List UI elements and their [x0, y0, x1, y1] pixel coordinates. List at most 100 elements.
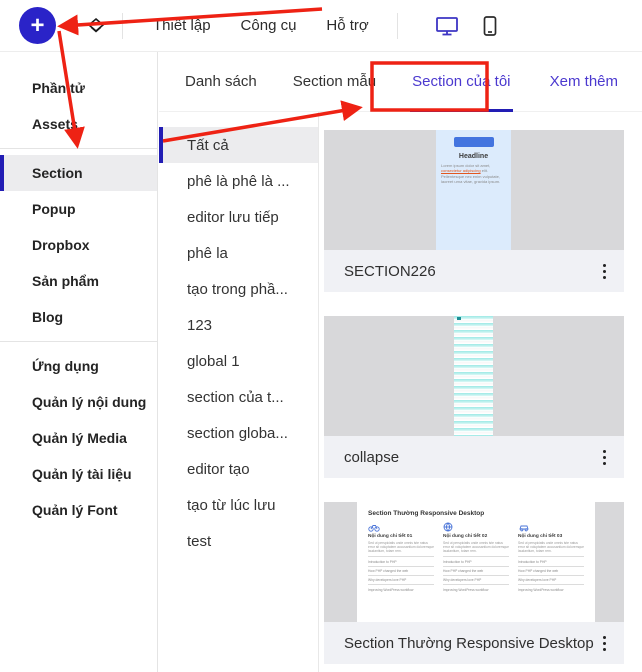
category-item[interactable]: test — [159, 523, 318, 559]
thumbnail-hero-panel: Headline Lorem ipsum dolor sit amet, con… — [436, 130, 511, 250]
thumbnail-paragraph-text: Lorem ipsum dolor sit amet, — [441, 163, 490, 168]
card-footer: Section Thường Responsive Desktop — [324, 622, 624, 664]
card-thumbnail — [324, 316, 624, 436]
sidebar-item-assets[interactable]: Assets — [0, 106, 157, 142]
category-item[interactable]: phê là phê là ... — [159, 163, 318, 199]
add-button[interactable]: + — [19, 7, 56, 44]
card-footer: collapse — [324, 436, 624, 478]
tab-section-cua-toi[interactable]: Section của tôi — [412, 52, 510, 112]
card-title: SECTION226 — [344, 263, 599, 280]
toolbar-divider — [122, 13, 123, 39]
column-paragraph: Sed ut perspiciatis unde omnis iste natu… — [368, 541, 434, 554]
card-footer: SECTION226 — [324, 250, 624, 292]
column-link: Introduction to PHP — [368, 556, 434, 565]
thumbnail-paragraph-link: consectetur adipiscing — [441, 168, 481, 173]
globe-icon — [443, 522, 509, 532]
sidebar-item-phan-tu[interactable]: Phần tử — [0, 70, 157, 106]
column-heading: Nội dung chi tiết 02 — [443, 534, 509, 539]
column-link: Why developers love PHP — [518, 575, 584, 584]
column-heading: Nội dung chi tiết 01 — [368, 534, 434, 539]
sidebar-item-section[interactable]: Section — [0, 155, 157, 191]
column-links: Introduction to PHP How PHP changed the … — [518, 556, 584, 594]
column-paragraph: Sed ut perspiciatis unde omnis iste natu… — [518, 541, 584, 554]
section-card-collapse[interactable]: collapse — [324, 316, 624, 478]
top-toolbar: + Thiết lập Công cụ Hỗ trợ — [0, 0, 642, 52]
thumbnail-button — [454, 137, 494, 147]
thumbnail-marker — [457, 317, 461, 320]
sidebar-divider — [0, 341, 157, 342]
category-all[interactable]: Tất cả — [159, 127, 318, 163]
category-item[interactable]: section của t... — [159, 379, 318, 415]
category-item[interactable]: tạo trong phầ... — [159, 271, 318, 307]
thumbnail-collapse-strip — [454, 316, 493, 436]
see-more-link[interactable]: Xem thêm — [550, 73, 618, 90]
column-link: How PHP changed the web — [518, 566, 584, 575]
thumbnail-headline: Headline — [436, 153, 511, 160]
menu-settings[interactable]: Thiết lập — [153, 17, 211, 34]
sidebar-item-san-pham[interactable]: Sản phẩm — [0, 263, 157, 299]
column-link: Why developers love PHP — [443, 575, 509, 584]
category-item[interactable]: editor tạo — [159, 451, 318, 487]
car-icon — [518, 522, 584, 532]
column-link: Improving WordPress workflow — [368, 584, 434, 593]
sidebar-item-quan-ly-media[interactable]: Quản lý Media — [0, 420, 157, 456]
sidebar-item-dropbox[interactable]: Dropbox — [0, 227, 157, 263]
sidebar-item-popup[interactable]: Popup — [0, 191, 157, 227]
column-links: Introduction to PHP How PHP changed the … — [368, 556, 434, 594]
thumbnail-column-1: Nội dung chi tiết 01 Sed ut perspiciatis… — [368, 522, 434, 594]
column-heading: Nội dung chi tiết 03 — [518, 534, 584, 539]
card-title: Section Thường Responsive Desktop — [344, 635, 599, 652]
card-thumbnail: Headline Lorem ipsum dolor sit amet, con… — [324, 130, 624, 250]
thumbnail-column-2: Nội dung chi tiết 02 Sed ut perspiciatis… — [443, 522, 509, 594]
section-card-list: Headline Lorem ipsum dolor sit amet, con… — [319, 112, 642, 672]
left-sidebar: Phần tử Assets Section Popup Dropbox Sản… — [0, 52, 158, 672]
toolbar-divider — [397, 13, 398, 39]
kebab-menu-icon[interactable] — [599, 260, 610, 283]
column-links: Introduction to PHP How PHP changed the … — [443, 556, 509, 594]
column-link: Why developers love PHP — [368, 575, 434, 584]
bicycle-icon — [368, 522, 434, 532]
column-link: Introduction to PHP — [443, 556, 509, 565]
thumbnail-column-3: Nội dung chi tiết 03 Sed ut perspiciatis… — [518, 522, 584, 594]
toolbar-menu: Thiết lập Công cụ Hỗ trợ — [153, 17, 369, 34]
section-card-section226[interactable]: Headline Lorem ipsum dolor sit amet, con… — [324, 130, 624, 292]
category-item[interactable]: phê la — [159, 235, 318, 271]
category-item[interactable]: section globa... — [159, 415, 318, 451]
desktop-icon[interactable] — [434, 14, 460, 38]
thumbnail-paragraph: Lorem ipsum dolor sit amet, consectetur … — [436, 160, 511, 185]
sidebar-item-quan-ly-noi-dung[interactable]: Quản lý nội dung — [0, 384, 157, 420]
layers-icon[interactable] — [84, 14, 108, 38]
thumbnail-page-panel: Section Thường Responsive Desktop Nội du… — [357, 502, 595, 622]
thumbnail-columns: Nội dung chi tiết 01 Sed ut perspiciatis… — [368, 522, 584, 594]
column-link: Introduction to PHP — [518, 556, 584, 565]
section-tabs: Danh sách Section mẫu Section của tôi Xe… — [159, 52, 642, 112]
column-link: Improving WordPress workflow — [518, 584, 584, 593]
menu-tools[interactable]: Công cụ — [241, 17, 297, 34]
kebab-menu-icon[interactable] — [599, 632, 610, 655]
category-item[interactable]: editor lưu tiếp — [159, 199, 318, 235]
card-title: collapse — [344, 449, 599, 466]
card-thumbnail: Section Thường Responsive Desktop Nội du… — [324, 502, 624, 622]
category-item[interactable]: global 1 — [159, 343, 318, 379]
category-item[interactable]: 123 — [159, 307, 318, 343]
menu-help[interactable]: Hỗ trợ — [326, 17, 368, 34]
column-paragraph: Sed ut perspiciatis unde omnis iste natu… — [443, 541, 509, 554]
sidebar-item-blog[interactable]: Blog — [0, 299, 157, 335]
sidebar-item-quan-ly-tai-lieu[interactable]: Quản lý tài liệu — [0, 456, 157, 492]
sidebar-item-quan-ly-font[interactable]: Quản lý Font — [0, 492, 157, 528]
category-item[interactable]: tạo từ lúc lưu — [159, 487, 318, 523]
sidebar-item-ung-dung[interactable]: Ứng dụng — [0, 348, 157, 384]
mobile-icon[interactable] — [482, 14, 498, 38]
sidebar-divider — [0, 148, 157, 149]
kebab-menu-icon[interactable] — [599, 446, 610, 469]
section-card-responsive-desktop[interactable]: Section Thường Responsive Desktop Nội du… — [324, 502, 624, 664]
tab-section-mau[interactable]: Section mẫu — [293, 52, 376, 112]
column-link: Improving WordPress workflow — [443, 584, 509, 593]
column-link: How PHP changed the web — [443, 566, 509, 575]
device-toggle — [434, 14, 498, 38]
column-link: How PHP changed the web — [368, 566, 434, 575]
tab-danh-sach[interactable]: Danh sách — [185, 52, 257, 112]
category-list: Tất cả phê là phê là ... editor lưu tiếp… — [159, 112, 319, 672]
thumbnail-title: Section Thường Responsive Desktop — [368, 510, 584, 517]
page-builder-window: + Thiết lập Công cụ Hỗ trợ — [0, 0, 642, 672]
